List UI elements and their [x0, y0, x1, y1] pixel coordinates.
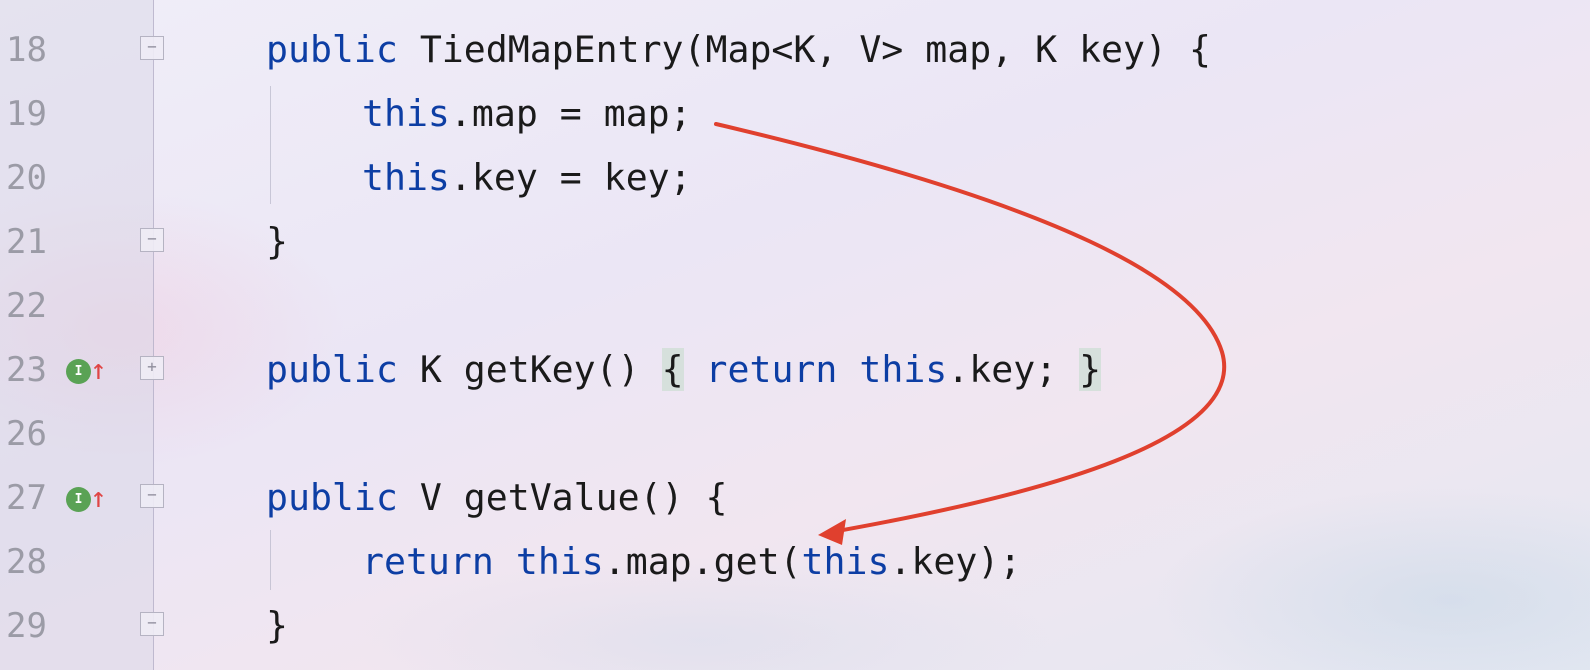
keyword-token: public [266, 476, 398, 519]
folded-brace-token: } [1079, 348, 1102, 391]
implements-method-icon[interactable]: I [66, 487, 91, 512]
line-number: 29 [6, 606, 47, 646]
expand-fold-icon[interactable]: + [140, 356, 164, 380]
code-text[interactable]: return this.map.get(this.key); [362, 530, 1021, 594]
line-number: 28 [6, 542, 47, 582]
keyword-token: this [515, 540, 604, 583]
code-line[interactable]: 18 − public TiedMapEntry(Map<K, V> map, K … [0, 18, 1590, 82]
collapse-fold-icon[interactable]: − [140, 612, 164, 636]
code-token: .map.get( [603, 540, 802, 583]
keyword-token: return [362, 540, 494, 583]
code-token: K getKey() [397, 348, 662, 391]
collapse-fold-icon[interactable]: − [140, 36, 164, 60]
code-line[interactable]: 21 −} [0, 210, 1590, 274]
code-text[interactable]: public V getValue() { [266, 466, 727, 530]
code-token: } [266, 604, 288, 647]
code-token: V getValue() { [397, 476, 728, 519]
line-number: 18 [6, 30, 47, 70]
line-number: 26 [6, 414, 47, 454]
code-text[interactable]: public TiedMapEntry(Map<K, V> map, K key… [266, 18, 1211, 82]
code-line[interactable]: 27 I ↑ − public V getValue() { [0, 466, 1590, 530]
go-to-super-method-icon[interactable]: ↑ [90, 350, 107, 390]
code-line[interactable]: 20 this.key = key; [0, 146, 1590, 210]
code-text[interactable]: this.map = map; [362, 82, 692, 146]
code-text[interactable]: this.key = key; [362, 146, 692, 210]
keyword-token: this [801, 540, 890, 583]
keyword-token: this [362, 156, 450, 199]
code-line[interactable]: 23 I ↑ + public K getKey() { return this.key… [0, 338, 1590, 402]
code-text[interactable]: public K getKey() { return this.key; } [266, 338, 1102, 402]
collapse-fold-icon[interactable]: − [140, 228, 164, 252]
code-line[interactable]: 26 [0, 402, 1590, 466]
code-editor[interactable]: 18 − public TiedMapEntry(Map<K, V> map, K … [0, 0, 1590, 670]
line-number: 27 [6, 478, 47, 518]
go-to-super-method-icon[interactable]: ↑ [90, 478, 107, 518]
collapse-fold-icon[interactable]: − [140, 484, 164, 508]
indent-guide [270, 530, 271, 590]
code-line[interactable]: 19 this.map = map; [0, 82, 1590, 146]
code-token: .map = map; [449, 92, 692, 135]
code-token: TiedMapEntry(Map<K, V> map, K key) { [397, 28, 1211, 71]
code-token: } [266, 220, 288, 263]
keyword-token: this [859, 348, 948, 391]
code-line[interactable]: 29 −} [0, 594, 1590, 658]
code-line[interactable]: 22 [0, 274, 1590, 338]
line-number: 20 [6, 158, 47, 198]
keyword-token: public [266, 348, 398, 391]
implements-method-icon[interactable]: I [66, 359, 91, 384]
keyword-token: this [362, 92, 450, 135]
keyword-token: public [266, 28, 398, 71]
line-number: 23 [6, 350, 47, 390]
code-line[interactable]: 28 return this.map.get(this.key); [0, 530, 1590, 594]
keyword-token: return [705, 348, 838, 391]
line-number: 19 [6, 94, 47, 134]
code-text[interactable]: } [266, 594, 288, 658]
indent-guide [270, 86, 271, 204]
code-token: .key); [889, 540, 1022, 583]
line-number: 22 [6, 286, 47, 326]
code-token: .key = key; [449, 156, 692, 199]
folded-brace-token: { [661, 348, 684, 391]
code-token: .key; [947, 348, 1080, 391]
code-text[interactable]: } [266, 210, 288, 274]
line-number: 21 [6, 222, 47, 262]
